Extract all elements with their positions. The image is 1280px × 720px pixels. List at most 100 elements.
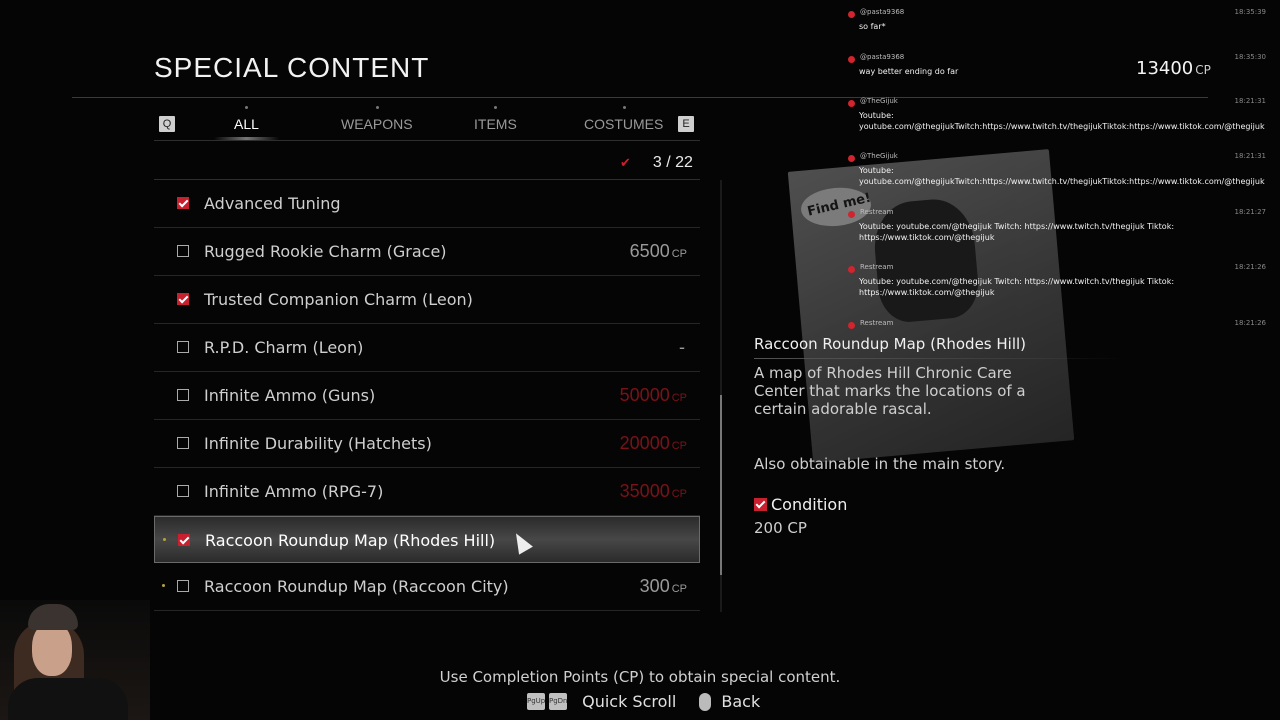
- item-name: R.P.D. Charm (Leon): [204, 338, 364, 357]
- mouse-icon: [699, 692, 712, 711]
- pgup-key-icon[interactable]: PgUp: [527, 693, 545, 710]
- streamer-beanie: [28, 604, 78, 630]
- new-indicator-icon: [162, 584, 165, 587]
- list-item[interactable]: Advanced Tuning: [154, 180, 700, 228]
- item-price: 6500 CP: [630, 241, 687, 262]
- list-item[interactable]: Infinite Ammo (RPG-7) 35000 CP: [154, 468, 700, 516]
- webcam-overlay: [0, 600, 150, 720]
- item-price-value: -: [679, 337, 685, 357]
- detail-description: A map of Rhodes Hill Chronic Care Center…: [754, 364, 1026, 418]
- streamer-shirt: [8, 678, 128, 720]
- restream-icon: [848, 100, 855, 107]
- item-name: Raccoon Roundup Map (Rhodes Hill): [205, 531, 496, 550]
- prev-tab-key[interactable]: Q: [159, 116, 175, 132]
- item-name: Rugged Rookie Charm (Grace): [204, 242, 447, 261]
- item-price: -: [679, 337, 687, 358]
- list-item[interactable]: Infinite Durability (Hatchets) 20000 CP: [154, 420, 700, 468]
- chat-text: way better ending do far: [859, 67, 959, 76]
- tabs-divider: [154, 140, 700, 141]
- item-price-value: 20000: [619, 433, 670, 453]
- item-price-value: 50000: [619, 385, 670, 405]
- chat-username: Restream: [860, 263, 894, 271]
- item-price-unit: CP: [671, 392, 687, 404]
- chat-text: Youtube: youtube.com/@thegijuk Twitch: h…: [859, 277, 1175, 297]
- item-name: Infinite Durability (Hatchets): [204, 434, 432, 453]
- list-item[interactable]: Trusted Companion Charm (Leon): [154, 276, 700, 324]
- scrollbar-thumb[interactable]: [720, 395, 722, 575]
- checked-box-icon: [177, 197, 189, 209]
- chat-username: @pasta9368: [860, 8, 905, 16]
- new-indicator-icon: [163, 538, 166, 541]
- unchecked-box-icon: [177, 437, 189, 449]
- chat-timestamp: 18:35:39: [1234, 8, 1266, 16]
- title-divider: [72, 97, 1208, 98]
- tab-items[interactable]: ITEMS: [474, 106, 517, 132]
- condition-label: Condition: [771, 495, 848, 514]
- item-price-unit: CP: [671, 488, 687, 500]
- detail-note: Also obtainable in the main story.: [754, 455, 1006, 473]
- unlock-counter: ✔ 3 / 22: [620, 154, 693, 172]
- item-name: Advanced Tuning: [204, 194, 341, 213]
- chat-username: Restream: [860, 208, 894, 216]
- detail-divider: [754, 358, 1124, 359]
- list-item[interactable]: R.P.D. Charm (Leon) -: [154, 324, 700, 372]
- item-price-value: 35000: [619, 481, 670, 501]
- item-price-value: 6500: [629, 241, 670, 261]
- checkmark-icon: ✔: [620, 155, 631, 170]
- unchecked-box-icon: [177, 341, 189, 353]
- chat-timestamp: 18:21:26: [1234, 319, 1266, 327]
- chat-text: Youtube: youtube.com/@thegijukTwitch:htt…: [859, 166, 1265, 186]
- mouse-cursor-icon: [509, 529, 533, 555]
- item-price: 35000 CP: [620, 481, 687, 502]
- checked-box-icon: [177, 293, 189, 305]
- next-tab-key[interactable]: E: [678, 116, 694, 132]
- chat-username: Restream: [860, 319, 894, 327]
- pgdn-key-icon[interactable]: PgDn: [549, 693, 568, 710]
- tab-costumes[interactable]: COSTUMES: [584, 106, 663, 132]
- chat-username: @TheGijuk: [860, 97, 898, 105]
- back-button[interactable]: Back: [721, 692, 760, 711]
- list-item[interactable]: Infinite Ammo (Guns) 50000 CP: [154, 372, 700, 420]
- control-prompts: PgUp PgDn Quick Scroll Back: [527, 691, 760, 711]
- chat-timestamp: 18:21:27: [1234, 208, 1266, 216]
- unlock-count: 3 / 22: [652, 154, 693, 171]
- footer-hint: Use Completion Points (CP) to obtain spe…: [439, 668, 841, 686]
- list-item[interactable]: Raccoon Roundup Map (Rhodes Hill): [154, 516, 700, 563]
- restream-icon: [848, 266, 855, 273]
- chat-text: so far*: [859, 22, 886, 31]
- tab-all[interactable]: ALL: [214, 106, 279, 140]
- chat-username: @pasta9368: [860, 53, 905, 61]
- item-price: 20000 CP: [620, 433, 687, 454]
- item-price-unit: CP: [671, 440, 687, 452]
- condition-row: Condition: [754, 495, 847, 514]
- unchecked-box-icon: [177, 580, 189, 592]
- item-price-unit: CP: [671, 248, 687, 260]
- chat-timestamp: 18:35:30: [1234, 53, 1266, 61]
- item-name: Infinite Ammo (RPG-7): [204, 482, 384, 501]
- item-price: 300 CP: [640, 576, 687, 597]
- chat-timestamp: 18:21:26: [1234, 263, 1266, 271]
- category-tabs: Q ALL WEAPONS ITEMS COSTUMES E: [154, 106, 700, 140]
- condition-cost: 200 CP: [754, 519, 807, 537]
- condition-check-icon: [754, 498, 767, 511]
- item-price-value: 300: [639, 576, 670, 596]
- quick-scroll-label: Quick Scroll: [582, 692, 677, 711]
- checked-box-icon: [178, 534, 190, 546]
- content-list: Advanced Tuning Rugged Rookie Charm (Grac…: [154, 180, 700, 611]
- unchecked-box-icon: [177, 245, 189, 257]
- unchecked-box-icon: [177, 389, 189, 401]
- chat-username: @TheGijuk: [860, 152, 898, 160]
- restream-icon: [848, 211, 855, 218]
- streamer-face: [32, 622, 72, 676]
- item-name: Infinite Ammo (Guns): [204, 386, 376, 405]
- page-title: SPECIAL CONTENT: [154, 52, 430, 83]
- unchecked-box-icon: [177, 485, 189, 497]
- item-name: Trusted Companion Charm (Leon): [204, 290, 473, 309]
- item-price: 50000 CP: [620, 385, 687, 406]
- restream-icon: [848, 56, 855, 63]
- list-item[interactable]: Raccoon Roundup Map (Raccoon City) 300 CP: [154, 563, 700, 611]
- list-item[interactable]: Rugged Rookie Charm (Grace) 6500 CP: [154, 228, 700, 276]
- item-price-unit: CP: [671, 583, 687, 595]
- restream-icon: [848, 155, 855, 162]
- tab-weapons[interactable]: WEAPONS: [341, 106, 413, 132]
